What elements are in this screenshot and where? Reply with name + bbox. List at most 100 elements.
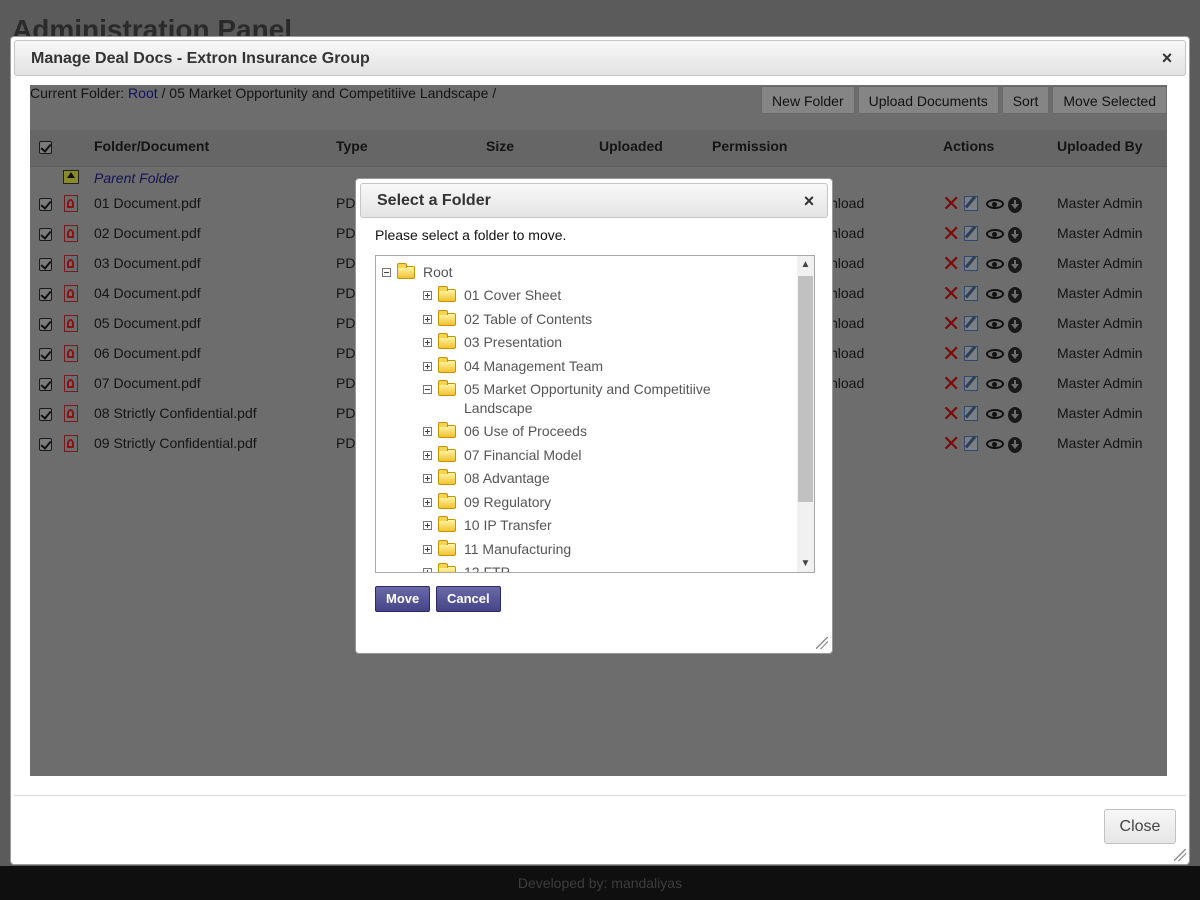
close-icon[interactable]: × bbox=[1159, 49, 1175, 67]
document-name[interactable]: 04 Document.pdf bbox=[94, 285, 201, 301]
row-checkbox[interactable] bbox=[39, 198, 52, 211]
expand-icon[interactable] bbox=[423, 427, 432, 436]
row-checkbox[interactable] bbox=[39, 408, 52, 421]
tree-node-label[interactable]: 11 Manufacturing bbox=[464, 541, 571, 557]
view-icon[interactable] bbox=[986, 319, 1004, 329]
document-name[interactable]: 09 Strictly Confidential.pdf bbox=[94, 435, 257, 451]
column-header-name[interactable]: Folder/Document bbox=[94, 138, 209, 154]
view-icon[interactable] bbox=[986, 199, 1004, 209]
tree-scrollbar[interactable]: ▲ ▼ bbox=[797, 256, 814, 572]
view-icon[interactable] bbox=[986, 409, 1004, 419]
download-icon[interactable] bbox=[1008, 257, 1022, 273]
tree-node-label[interactable]: 02 Table of Contents bbox=[464, 311, 592, 327]
expand-icon[interactable] bbox=[423, 361, 432, 371]
delete-icon[interactable]: ✕ bbox=[942, 193, 960, 215]
upload-documents-button[interactable]: Upload Documents bbox=[857, 86, 999, 114]
document-name[interactable]: 07 Document.pdf bbox=[94, 375, 201, 391]
download-icon[interactable] bbox=[1008, 437, 1022, 453]
view-icon[interactable] bbox=[986, 349, 1004, 359]
expand-icon[interactable] bbox=[423, 521, 432, 530]
download-icon[interactable] bbox=[1008, 347, 1022, 363]
close-button[interactable]: Close bbox=[1104, 809, 1176, 844]
edit-icon[interactable] bbox=[964, 436, 978, 451]
edit-icon[interactable] bbox=[964, 346, 978, 361]
tree-node-label[interactable]: 08 Advantage bbox=[464, 470, 550, 486]
view-icon[interactable] bbox=[986, 229, 1004, 239]
tree-node-label[interactable]: 06 Use of Proceeds bbox=[464, 423, 587, 439]
row-checkbox[interactable] bbox=[39, 378, 52, 391]
folder-tree[interactable]: Root 01 Cover Sheet 02 Table of Contents 0… bbox=[375, 255, 815, 573]
cancel-button[interactable]: Cancel bbox=[436, 586, 501, 612]
expand-icon[interactable] bbox=[423, 338, 432, 347]
download-icon[interactable] bbox=[1008, 407, 1022, 423]
expand-icon[interactable] bbox=[423, 291, 432, 300]
expand-icon[interactable] bbox=[423, 544, 432, 554]
parent-folder-link[interactable]: Parent Folder bbox=[94, 170, 179, 186]
view-icon[interactable] bbox=[986, 289, 1004, 299]
tree-node-label[interactable]: 12 FTP bbox=[464, 564, 510, 572]
delete-icon[interactable]: ✕ bbox=[942, 283, 960, 305]
sort-button[interactable]: Sort bbox=[1001, 86, 1050, 114]
delete-icon[interactable]: ✕ bbox=[942, 433, 960, 455]
document-name[interactable]: 02 Document.pdf bbox=[94, 225, 201, 241]
row-checkbox[interactable] bbox=[39, 318, 52, 331]
edit-icon[interactable] bbox=[964, 196, 978, 211]
download-icon[interactable] bbox=[1008, 227, 1022, 243]
column-header-uploaded[interactable]: Uploaded bbox=[599, 138, 663, 154]
tree-node-label[interactable]: 10 IP Transfer bbox=[464, 517, 552, 533]
row-checkbox[interactable] bbox=[39, 258, 52, 271]
tree-node-label[interactable]: 04 Management Team bbox=[464, 358, 603, 374]
row-checkbox[interactable] bbox=[39, 438, 52, 451]
modal-close-icon[interactable]: × bbox=[801, 192, 817, 210]
document-name[interactable]: 01 Document.pdf bbox=[94, 195, 201, 211]
delete-icon[interactable]: ✕ bbox=[942, 223, 960, 245]
column-header-size[interactable]: Size bbox=[486, 138, 514, 154]
move-button[interactable]: Move bbox=[375, 586, 431, 612]
delete-icon[interactable]: ✕ bbox=[942, 253, 960, 275]
modal-resize-grip-icon[interactable] bbox=[816, 637, 828, 649]
column-header-uploaded-by[interactable]: Uploaded By bbox=[1057, 138, 1143, 154]
document-name[interactable]: 08 Strictly Confidential.pdf bbox=[94, 405, 257, 421]
download-icon[interactable] bbox=[1008, 197, 1022, 213]
collapse-icon[interactable] bbox=[423, 385, 432, 394]
view-icon[interactable] bbox=[986, 379, 1004, 389]
resize-grip-icon[interactable] bbox=[1174, 849, 1186, 861]
tree-node-label[interactable]: 01 Cover Sheet bbox=[464, 287, 561, 303]
row-checkbox[interactable] bbox=[39, 348, 52, 361]
tree-node-label[interactable]: 09 Regulatory bbox=[464, 494, 551, 510]
download-icon[interactable] bbox=[1008, 317, 1022, 333]
column-header-permission[interactable]: Permission bbox=[712, 138, 787, 154]
delete-icon[interactable]: ✕ bbox=[942, 403, 960, 425]
document-name[interactable]: 06 Document.pdf bbox=[94, 345, 201, 361]
scroll-up-icon[interactable]: ▲ bbox=[797, 256, 814, 273]
document-name[interactable]: 05 Document.pdf bbox=[94, 315, 201, 331]
expand-icon[interactable] bbox=[423, 497, 432, 507]
edit-icon[interactable] bbox=[964, 316, 978, 331]
tree-node-label[interactable]: 03 Presentation bbox=[464, 334, 562, 350]
new-folder-button[interactable]: New Folder bbox=[761, 86, 855, 114]
breadcrumb-root-link[interactable]: Root bbox=[128, 85, 158, 101]
download-icon[interactable] bbox=[1008, 287, 1022, 303]
tree-node-label[interactable]: 05 Market Opportunity and Competitiive bbox=[464, 381, 711, 397]
row-checkbox[interactable] bbox=[39, 288, 52, 301]
view-icon[interactable] bbox=[986, 259, 1004, 269]
delete-icon[interactable]: ✕ bbox=[942, 373, 960, 395]
edit-icon[interactable] bbox=[964, 286, 978, 301]
select-all-checkbox[interactable] bbox=[39, 141, 52, 154]
collapse-icon[interactable] bbox=[382, 268, 391, 277]
delete-icon[interactable]: ✕ bbox=[942, 343, 960, 365]
expand-icon[interactable] bbox=[423, 568, 432, 572]
expand-icon[interactable] bbox=[423, 450, 432, 460]
column-header-type[interactable]: Type bbox=[336, 138, 368, 154]
edit-icon[interactable] bbox=[964, 226, 978, 241]
tree-node-label[interactable]: 07 Financial Model bbox=[464, 447, 582, 463]
edit-icon[interactable] bbox=[964, 406, 978, 421]
expand-icon[interactable] bbox=[423, 474, 432, 483]
expand-icon[interactable] bbox=[423, 314, 432, 324]
tree-node-label-continued[interactable]: Landscape bbox=[464, 400, 533, 416]
view-icon[interactable] bbox=[986, 439, 1004, 449]
scrollbar-thumb[interactable] bbox=[798, 276, 813, 502]
tree-node-label[interactable]: Root bbox=[423, 264, 453, 280]
edit-icon[interactable] bbox=[964, 256, 978, 271]
dialog-titlebar[interactable]: Manage Deal Docs - Extron Insurance Grou… bbox=[14, 40, 1186, 76]
